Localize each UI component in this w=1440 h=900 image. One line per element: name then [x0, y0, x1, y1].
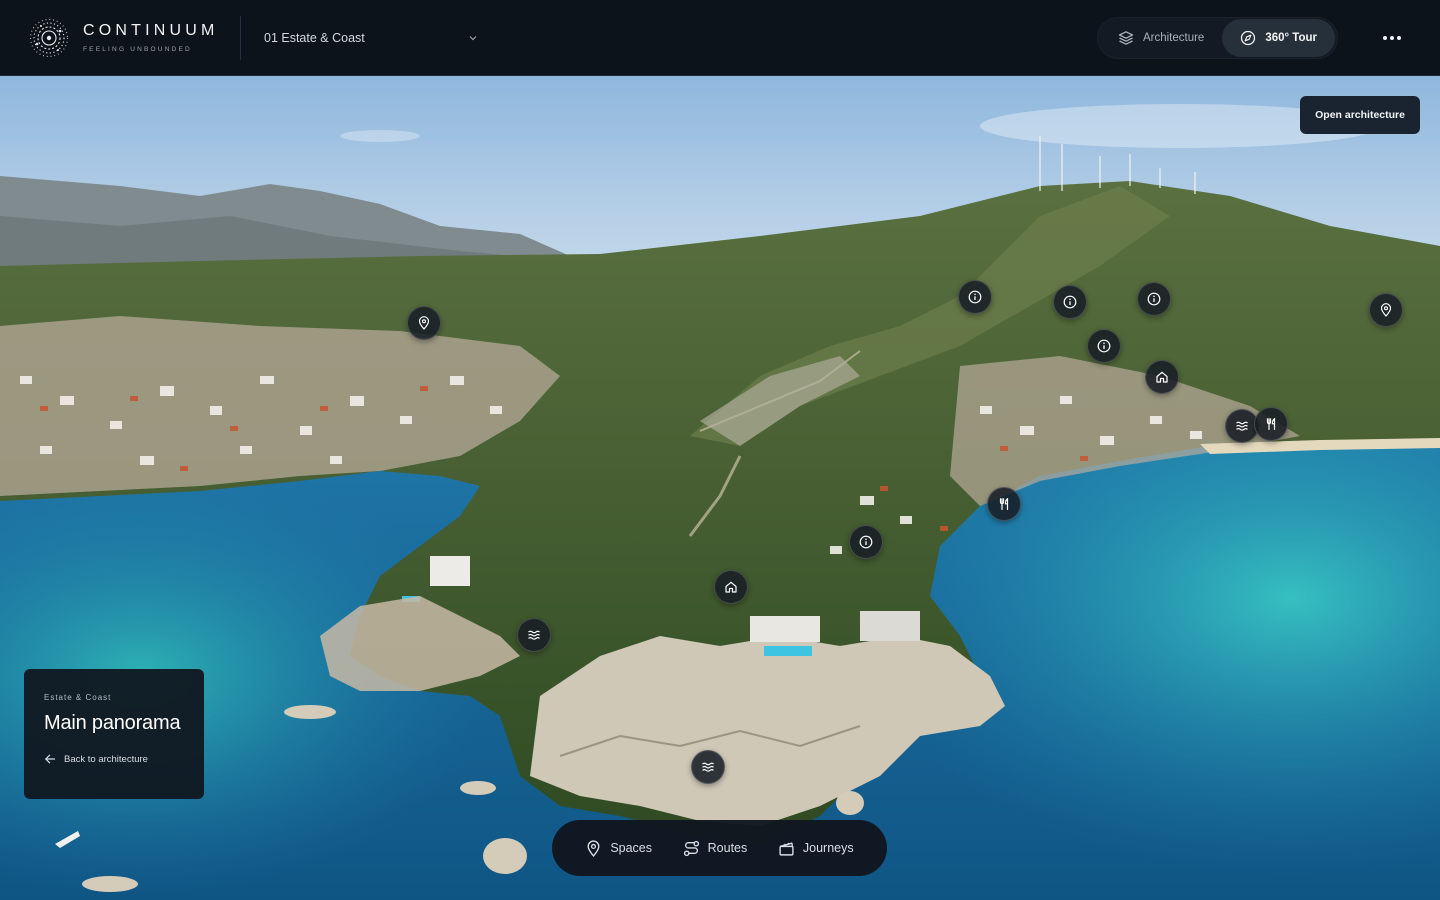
- top-bar: CONTINUUM FEELING UNBOUNDED 01 Estate & …: [0, 0, 1440, 76]
- info-hotspot[interactable]: [1053, 285, 1087, 319]
- arrow-left-icon: [44, 754, 56, 764]
- brand[interactable]: CONTINUUM FEELING UNBOUNDED: [0, 0, 240, 75]
- divider: [240, 15, 241, 60]
- architecture-view-label: Architecture: [1142, 32, 1205, 44]
- more-horizontal-icon: [1383, 36, 1401, 40]
- journeys-nav-label: Journeys: [802, 841, 854, 855]
- route-icon: [683, 840, 699, 856]
- home-hotspot[interactable]: [714, 570, 748, 604]
- fork-knife-icon: [1266, 417, 1276, 430]
- brand-tagline: FEELING UNBOUNDED: [83, 46, 192, 53]
- spaces-nav-label: Spaces: [610, 841, 653, 855]
- fork-knife-icon: [999, 497, 1009, 510]
- beach-hotspot[interactable]: [691, 750, 725, 784]
- map-pin-icon: [1380, 303, 1392, 317]
- location-hotspot[interactable]: [1369, 293, 1403, 327]
- home-icon: [725, 581, 737, 593]
- back-to-architecture-link[interactable]: Back to architecture: [44, 753, 184, 765]
- journeys-nav-button[interactable]: Journeys: [778, 840, 854, 857]
- bottom-nav: Spaces Routes Journeys: [552, 820, 887, 876]
- map-pin-icon: [587, 839, 600, 857]
- info-icon: [968, 290, 982, 304]
- routes-nav-label: Routes: [707, 841, 748, 855]
- home-hotspot[interactable]: [1145, 360, 1179, 394]
- architecture-view-button[interactable]: Architecture: [1100, 19, 1222, 57]
- waves-icon: [702, 762, 714, 772]
- scene-category: Estate & Coast: [44, 693, 112, 702]
- panorama-viewer[interactable]: [0, 76, 1440, 900]
- info-hotspot[interactable]: [1137, 282, 1171, 316]
- more-menu-button[interactable]: [1372, 18, 1412, 58]
- restaurant-hotspot[interactable]: [1254, 407, 1288, 441]
- clapper-icon: [779, 841, 794, 856]
- scene-selector-value: 01 Estate & Coast: [264, 30, 365, 45]
- spaces-nav-button[interactable]: Spaces: [585, 839, 653, 857]
- map-pin-icon: [418, 316, 430, 330]
- chevron-down-icon: [469, 35, 477, 40]
- open-architecture-button[interactable]: Open architecture: [1300, 96, 1420, 134]
- continuum-logo-icon: [29, 18, 69, 57]
- scene-info-card: Estate & Coast Main panorama Back to arc…: [24, 669, 204, 799]
- routes-nav-button[interactable]: Routes: [683, 840, 748, 857]
- layers-icon: [1118, 31, 1134, 45]
- scene-selector[interactable]: 01 Estate & Coast: [264, 18, 478, 58]
- info-hotspot[interactable]: [958, 280, 992, 314]
- info-icon: [1063, 295, 1077, 309]
- home-icon: [1156, 371, 1168, 383]
- scene-title: Main panorama: [44, 712, 181, 734]
- 360-tour-label: 360° Tour: [1265, 32, 1317, 44]
- back-to-architecture-label: Back to architecture: [64, 753, 148, 765]
- info-icon: [1097, 339, 1111, 353]
- 360-tour-button[interactable]: 360° Tour: [1222, 19, 1335, 57]
- view-toggle: Architecture 360° Tour: [1096, 17, 1338, 59]
- restaurant-hotspot[interactable]: [987, 487, 1021, 521]
- beach-hotspot[interactable]: [517, 618, 551, 652]
- top-right-controls: Architecture 360° Tour: [1096, 17, 1412, 59]
- location-hotspot[interactable]: [407, 306, 441, 340]
- compass-icon: [1241, 30, 1256, 46]
- info-icon: [1147, 292, 1161, 306]
- info-hotspot[interactable]: [1087, 329, 1121, 363]
- info-icon: [859, 535, 873, 549]
- info-hotspot[interactable]: [849, 525, 883, 559]
- brand-name: CONTINUUM: [83, 22, 219, 39]
- waves-icon: [528, 630, 540, 640]
- waves-icon: [1236, 421, 1248, 431]
